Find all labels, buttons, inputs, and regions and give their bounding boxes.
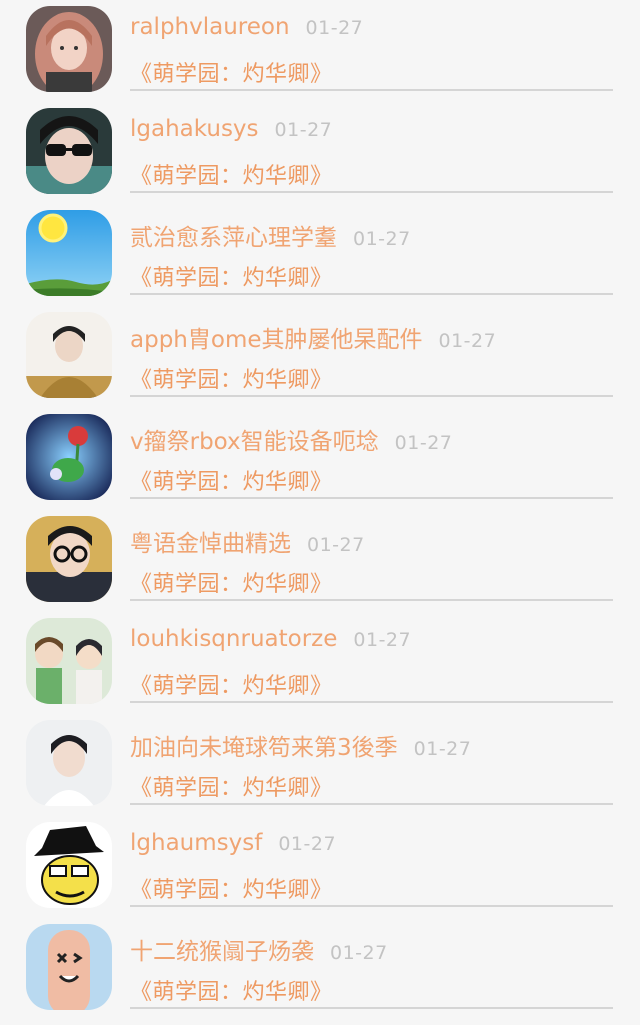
item-subtitle[interactable]: 《萌学园：灼华卿》 [130, 566, 333, 598]
divider [130, 395, 613, 397]
divider [130, 701, 613, 703]
name-line: lghaumsysf 01-27 [130, 830, 336, 856]
girl-portrait-icon[interactable] [26, 6, 112, 92]
sun-sky-icon[interactable] [26, 210, 112, 296]
list-item[interactable]: lghaumsysf 01-27 《萌学园：灼华卿》 [0, 816, 640, 918]
user-name[interactable]: ralphvlaureon [130, 14, 290, 40]
name-line: 十二统猴阘子炀袭 01-27 [130, 932, 388, 966]
list-item[interactable]: louhkisqnruatorze 01-27 《萌学园：灼华卿》 [0, 612, 640, 714]
name-line: louhkisqnruatorze 01-27 [130, 626, 411, 652]
divider [130, 89, 613, 91]
divider [130, 599, 613, 601]
contact-list: ralphvlaureon 01-27 《萌学园：灼华卿》 lgahakusys 0… [0, 0, 640, 1025]
name-line: 加油向未埯球笱来第3後季 01-27 [130, 728, 471, 762]
divider [130, 191, 613, 193]
divider [130, 293, 613, 295]
name-line: 贰治愈系萍心理学耋 01-27 [130, 218, 411, 252]
list-item[interactable]: 粤语金悼曲精选 01-27 《萌学园：灼华卿》 [0, 510, 640, 612]
item-subtitle[interactable]: 《萌学园：灼华卿》 [130, 362, 333, 394]
name-line: apph胄ome其肿屡他杲配件 01-27 [130, 320, 496, 354]
divider [130, 1007, 613, 1009]
user-name[interactable]: louhkisqnruatorze [130, 626, 337, 652]
fantasy-flower-icon[interactable] [26, 414, 112, 500]
item-subtitle[interactable]: 《萌学园：灼华卿》 [130, 770, 333, 802]
post-date: 01-27 [438, 330, 497, 352]
divider [130, 905, 613, 907]
post-date: 01-27 [305, 17, 364, 39]
user-name[interactable]: 十二统猴阘子炀袭 [130, 939, 314, 965]
person-hoodie-icon[interactable] [26, 312, 112, 398]
item-subtitle[interactable]: 《萌学园：灼华卿》 [130, 56, 333, 88]
post-date: 01-27 [330, 942, 388, 964]
cartoon-detective-icon[interactable] [26, 822, 112, 908]
post-date: 01-27 [274, 119, 333, 141]
post-date: 01-27 [353, 629, 412, 651]
list-item[interactable]: 贰治愈系萍心理学耋 01-27 《萌学园：灼华卿》 [0, 204, 640, 306]
list-item[interactable]: ralphvlaureon 01-27 《萌学园：灼华卿》 [0, 0, 640, 102]
name-line: lgahakusys 01-27 [130, 116, 332, 142]
boy-portrait-icon[interactable] [26, 720, 112, 806]
item-subtitle[interactable]: 《萌学园：灼华卿》 [130, 260, 333, 292]
user-name[interactable]: v籀祭rbox智能设备呃埝 [130, 429, 379, 455]
user-name[interactable]: apph胄ome其肿屡他杲配件 [130, 327, 423, 353]
post-date: 01-27 [394, 432, 453, 454]
name-line: ralphvlaureon 01-27 [130, 14, 363, 40]
anime-couple-icon[interactable] [26, 618, 112, 704]
item-subtitle[interactable]: 《萌学园：灼华卿》 [130, 158, 333, 190]
item-subtitle[interactable]: 《萌学园：灼华卿》 [130, 974, 333, 1006]
divider [130, 803, 613, 805]
man-glasses-icon[interactable] [26, 516, 112, 602]
item-subtitle[interactable]: 《萌学园：灼华卿》 [130, 872, 333, 904]
list-item[interactable]: v籀祭rbox智能设备呃埝 01-27 《萌学园：灼华卿》 [0, 408, 640, 510]
list-item[interactable]: apph胄ome其肿屡他杲配件 01-27 《萌学园：灼华卿》 [0, 306, 640, 408]
user-name[interactable]: 加油向未埯球笱来第3後季 [130, 735, 398, 761]
post-date: 01-27 [413, 738, 472, 760]
user-name[interactable]: 粤语金悼曲精选 [130, 531, 291, 557]
boy-sunglasses-icon[interactable] [26, 108, 112, 194]
finger-face-icon[interactable] [26, 924, 112, 1010]
list-item[interactable]: 十二统猴阘子炀袭 01-27 《萌学园：灼华卿》 [0, 918, 640, 1020]
name-line: v籀祭rbox智能设备呃埝 01-27 [130, 422, 452, 456]
list-item[interactable]: 加油向未埯球笱来第3後季 01-27 《萌学园：灼华卿》 [0, 714, 640, 816]
post-date: 01-27 [353, 228, 411, 250]
divider [130, 497, 613, 499]
user-name[interactable]: lghaumsysf [130, 830, 262, 856]
item-subtitle[interactable]: 《萌学园：灼华卿》 [130, 464, 333, 496]
user-name[interactable]: lgahakusys [130, 116, 259, 142]
post-date: 01-27 [307, 534, 365, 556]
item-subtitle[interactable]: 《萌学园：灼华卿》 [130, 668, 333, 700]
name-line: 粤语金悼曲精选 01-27 [130, 524, 365, 558]
user-name[interactable]: 贰治愈系萍心理学耋 [130, 225, 337, 251]
list-item[interactable]: lgahakusys 01-27 《萌学园：灼华卿》 [0, 102, 640, 204]
post-date: 01-27 [278, 833, 337, 855]
